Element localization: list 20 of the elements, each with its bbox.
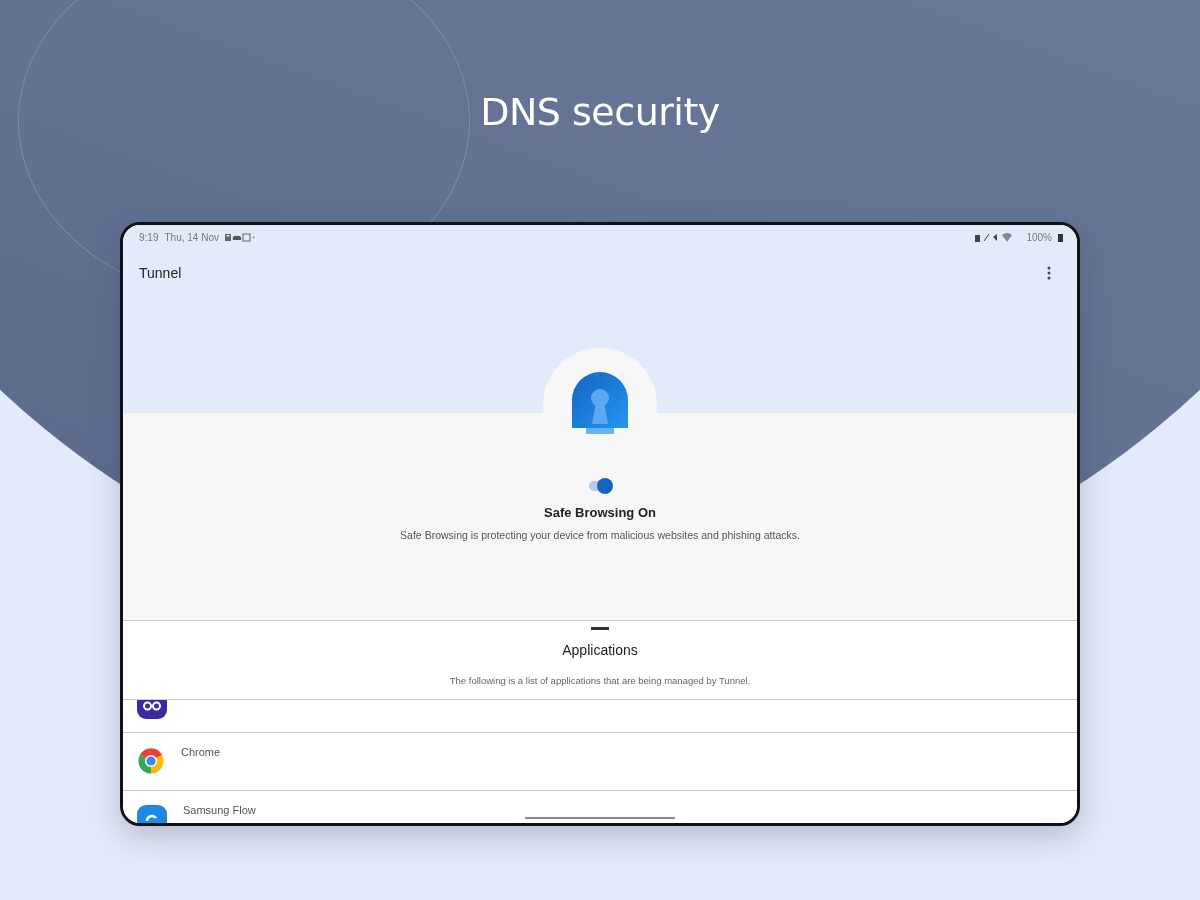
sheet-title: Applications — [562, 642, 638, 658]
app-name: Samsung Flow — [183, 804, 256, 816]
home-indicator[interactable] — [525, 817, 675, 819]
app-title: Tunnel — [139, 265, 182, 281]
drag-handle[interactable] — [591, 627, 609, 630]
app-name: Chrome — [181, 746, 221, 758]
keyhole-shield-icon — [570, 372, 630, 436]
app-row[interactable]: Chrome — [123, 733, 1077, 791]
status-time: 9:19 — [139, 231, 159, 243]
status-date: Thu, 14 Nov — [164, 231, 219, 243]
status-description: Safe Browsing is protecting your device from malicious websites and phishing attacks. — [400, 529, 800, 541]
battery-percentage: 100% — [1026, 231, 1052, 243]
more-options-icon[interactable] — [1047, 266, 1051, 280]
sheet-description: The following is a list of applications that are being managed by Tunnel. — [449, 675, 751, 686]
headline: DNS security — [480, 89, 720, 136]
chrome-icon — [137, 747, 165, 775]
battery-icon — [1058, 232, 1063, 242]
status-title: Safe Browsing On — [544, 505, 656, 520]
notification-icons — [224, 232, 255, 242]
toggle-switch[interactable] — [589, 481, 611, 491]
